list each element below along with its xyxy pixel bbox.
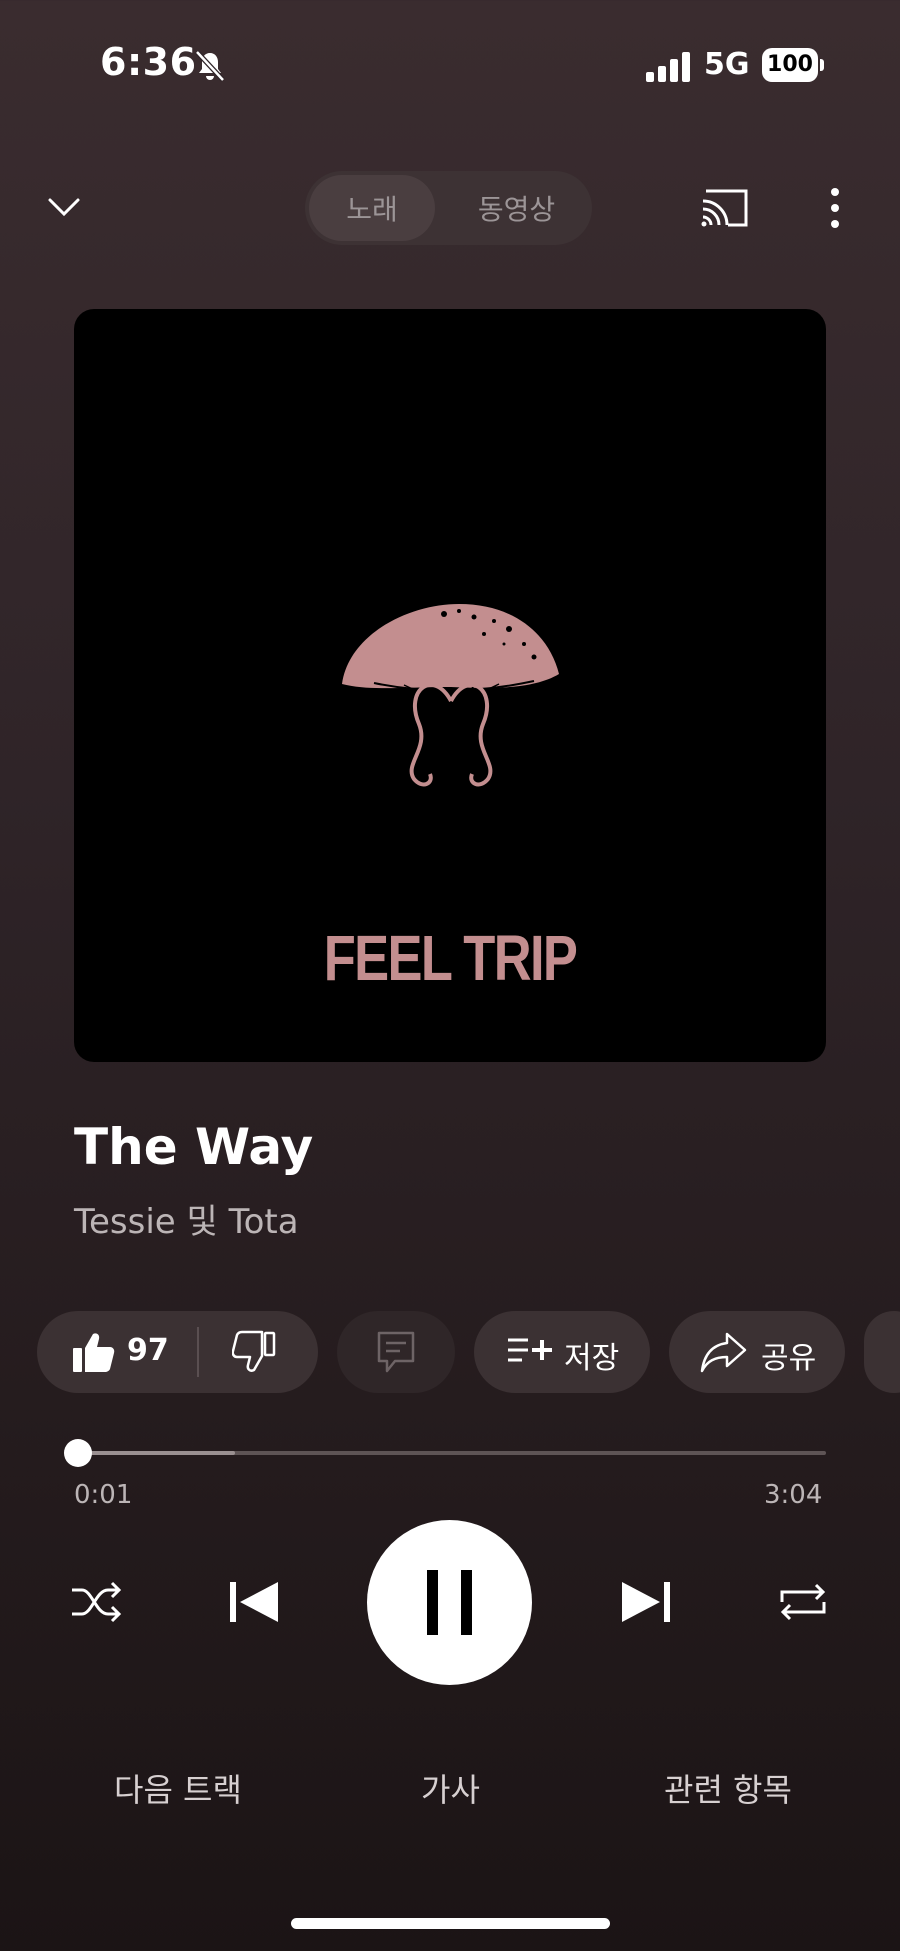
tab-video[interactable]: 동영상 <box>445 175 588 241</box>
comment-chip[interactable] <box>337 1311 455 1393</box>
like-count: 97 <box>127 1333 169 1368</box>
thumbs-up-icon[interactable] <box>71 1330 115 1374</box>
album-art: FEEL TRIP <box>74 309 826 1062</box>
cast-icon[interactable] <box>700 187 750 229</box>
current-time: 0:01 <box>74 1480 133 1510</box>
shuffle-icon[interactable] <box>70 1578 122 1626</box>
battery-icon: 100 <box>762 48 824 82</box>
signal-icon <box>646 52 690 82</box>
comment-icon <box>377 1331 415 1373</box>
chevron-down-icon[interactable] <box>46 190 82 226</box>
playlist-add-icon <box>508 1338 552 1362</box>
thumbs-down-icon[interactable] <box>232 1330 276 1374</box>
pause-icon-bar-left <box>427 1570 438 1635</box>
tab-lyrics[interactable]: 가사 <box>421 1765 480 1811</box>
like-dislike-chip: 97 <box>37 1311 318 1393</box>
buffered-bar <box>78 1451 236 1455</box>
more-actions-chip[interactable] <box>864 1311 900 1393</box>
bell-slash-icon <box>195 50 225 82</box>
save-button[interactable]: 저장 <box>474 1311 650 1393</box>
skip-previous-icon[interactable] <box>226 1578 282 1626</box>
repeat-icon[interactable] <box>776 1578 830 1626</box>
tab-up-next[interactable]: 다음 트랙 <box>114 1765 242 1811</box>
progress-track[interactable] <box>78 1451 826 1455</box>
album-art-text: FEEL TRIP <box>323 922 578 994</box>
pause-icon-bar-right <box>461 1570 472 1635</box>
more-vertical-icon[interactable] <box>822 186 848 230</box>
song-video-toggle: 노래 동영상 <box>305 171 592 245</box>
tab-related[interactable]: 관련 항목 <box>664 1765 792 1811</box>
share-icon <box>700 1332 747 1373</box>
home-indicator[interactable] <box>291 1918 610 1929</box>
progress-knob[interactable] <box>64 1439 92 1467</box>
mushroom-logo <box>342 604 559 787</box>
total-time: 3:04 <box>764 1480 823 1510</box>
battery-level: 100 <box>767 52 813 77</box>
status-time: 6:36 <box>100 40 197 84</box>
artist-name[interactable]: Tessie 및 Tota <box>74 1194 299 1243</box>
share-label: 공유 <box>761 1341 817 1376</box>
chip-divider <box>197 1327 199 1377</box>
share-button[interactable]: 공유 <box>669 1311 845 1393</box>
skip-next-icon[interactable] <box>618 1578 674 1626</box>
song-title: The Way <box>74 1118 314 1176</box>
network-type: 5G <box>704 47 750 82</box>
pause-button[interactable] <box>367 1520 532 1685</box>
tab-song[interactable]: 노래 <box>309 175 435 241</box>
save-label: 저장 <box>564 1341 620 1376</box>
